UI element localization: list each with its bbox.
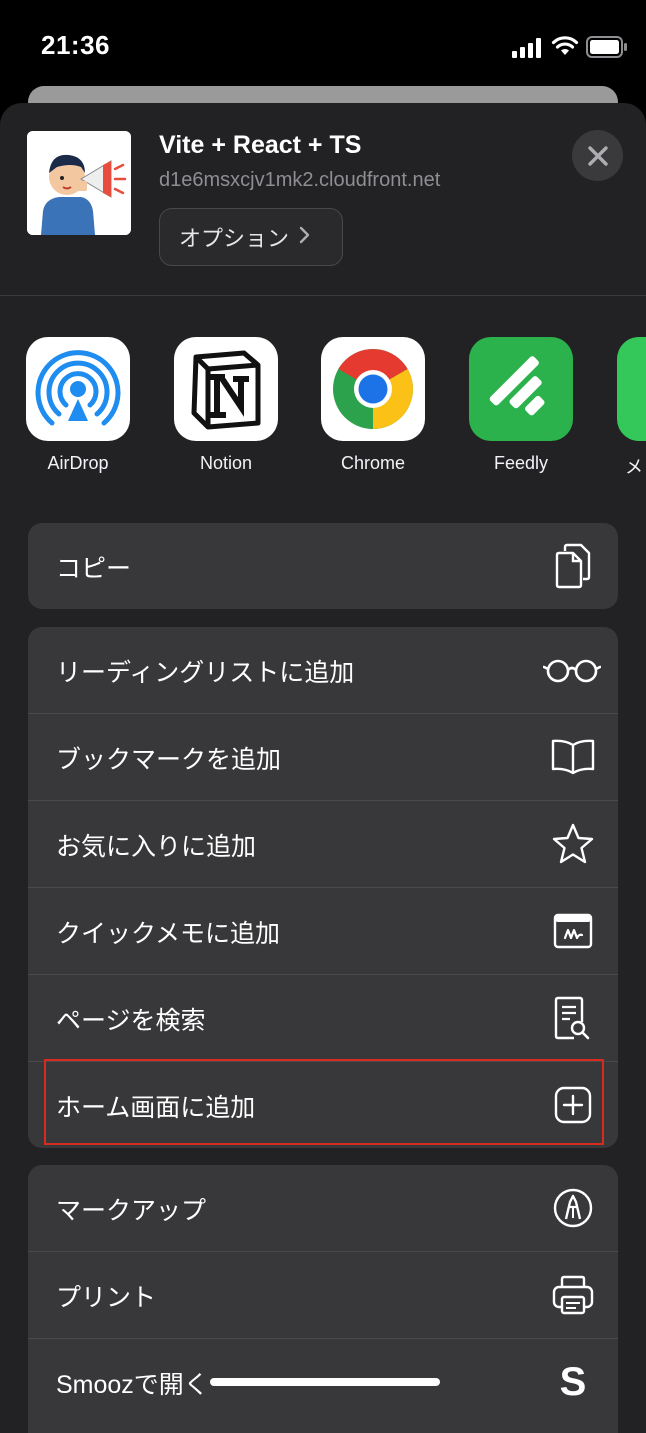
page-title: Vite + React + TS	[159, 131, 362, 159]
copy-icon	[550, 543, 596, 589]
action-markup[interactable]: マークアップ	[28, 1165, 618, 1252]
action-print[interactable]: プリント	[28, 1252, 618, 1339]
action-label: クイックメモに追加	[56, 920, 281, 948]
messages-icon	[617, 337, 646, 441]
action-group-extra: マークアップ プリント Smoozで開く S	[28, 1165, 618, 1433]
app-notion[interactable]: Notion	[174, 337, 278, 474]
share-sheet: Vite + React + TS d1e6msxcjv1mk2.cloudfr…	[0, 103, 646, 1433]
app-messages[interactable]: メ	[617, 337, 646, 479]
app-share-row: AirDrop Notion Chrome Feedly メ	[0, 337, 646, 487]
status-time: 21:36	[41, 30, 110, 60]
chevron-right-icon	[299, 224, 311, 250]
cellular-signal-icon	[512, 38, 541, 58]
action-label: プリント	[56, 1284, 157, 1312]
action-quick-note[interactable]: クイックメモに追加	[28, 888, 618, 975]
battery-icon	[586, 36, 627, 58]
feedly-icon	[469, 337, 573, 441]
options-label: オプション	[179, 226, 290, 251]
app-airdrop[interactable]: AirDrop	[26, 337, 130, 474]
airdrop-icon	[26, 337, 130, 441]
app-label: メ	[625, 457, 643, 477]
action-label: リーディングリストに追加	[56, 659, 355, 687]
printer-icon	[550, 1272, 596, 1318]
app-feedly[interactable]: Feedly	[469, 337, 573, 474]
glasses-icon	[542, 647, 602, 693]
action-label: ホーム画面に追加	[56, 1094, 256, 1122]
app-label: AirDrop	[47, 453, 109, 473]
book-icon	[550, 734, 596, 780]
page-thumbnail	[27, 131, 131, 235]
action-label: お気に入りに追加	[56, 833, 257, 861]
share-header: Vite + React + TS d1e6msxcjv1mk2.cloudfr…	[0, 103, 646, 296]
quick-note-icon	[550, 908, 596, 954]
action-label: コピー	[56, 555, 132, 583]
find-page-icon	[550, 995, 596, 1041]
action-copy[interactable]: コピー	[28, 523, 618, 609]
action-label: ページを検索	[56, 1007, 206, 1035]
action-group-main: リーディングリストに追加 ブックマークを追加 お気に入りに追加 クイックメモに追…	[28, 627, 618, 1148]
action-label: Smoozで開く	[56, 1371, 209, 1399]
close-icon	[587, 145, 608, 166]
action-group-copy: コピー	[28, 523, 618, 609]
notion-icon	[174, 337, 278, 441]
smooz-icon: S	[559, 1359, 587, 1404]
app-label: Feedly	[493, 453, 549, 473]
markup-icon	[550, 1185, 596, 1231]
close-button[interactable]	[572, 130, 623, 181]
action-add-bookmark[interactable]: ブックマークを追加	[28, 714, 618, 801]
page-url: d1e6msxcjv1mk2.cloudfront.net	[159, 169, 441, 191]
app-label: Chrome	[340, 453, 406, 473]
megaphone-person-image	[27, 131, 131, 235]
status-bar: 21:36	[0, 0, 646, 96]
app-chrome[interactable]: Chrome	[321, 337, 425, 474]
action-add-favorite[interactable]: お気に入りに追加	[28, 801, 618, 888]
action-add-to-home-screen[interactable]: ホーム画面に追加	[28, 1062, 618, 1148]
wifi-icon	[551, 36, 579, 55]
home-indicator[interactable]	[210, 1378, 440, 1386]
chrome-icon	[321, 337, 425, 441]
action-find-on-page[interactable]: ページを検索	[28, 975, 618, 1062]
options-button[interactable]: オプション	[159, 208, 343, 266]
action-reading-list[interactable]: リーディングリストに追加	[28, 627, 618, 714]
action-label: ブックマークを追加	[56, 746, 282, 774]
star-icon	[550, 821, 596, 867]
action-label: マークアップ	[56, 1197, 207, 1225]
app-label: Notion	[199, 453, 253, 473]
add-square-icon	[550, 1082, 596, 1128]
